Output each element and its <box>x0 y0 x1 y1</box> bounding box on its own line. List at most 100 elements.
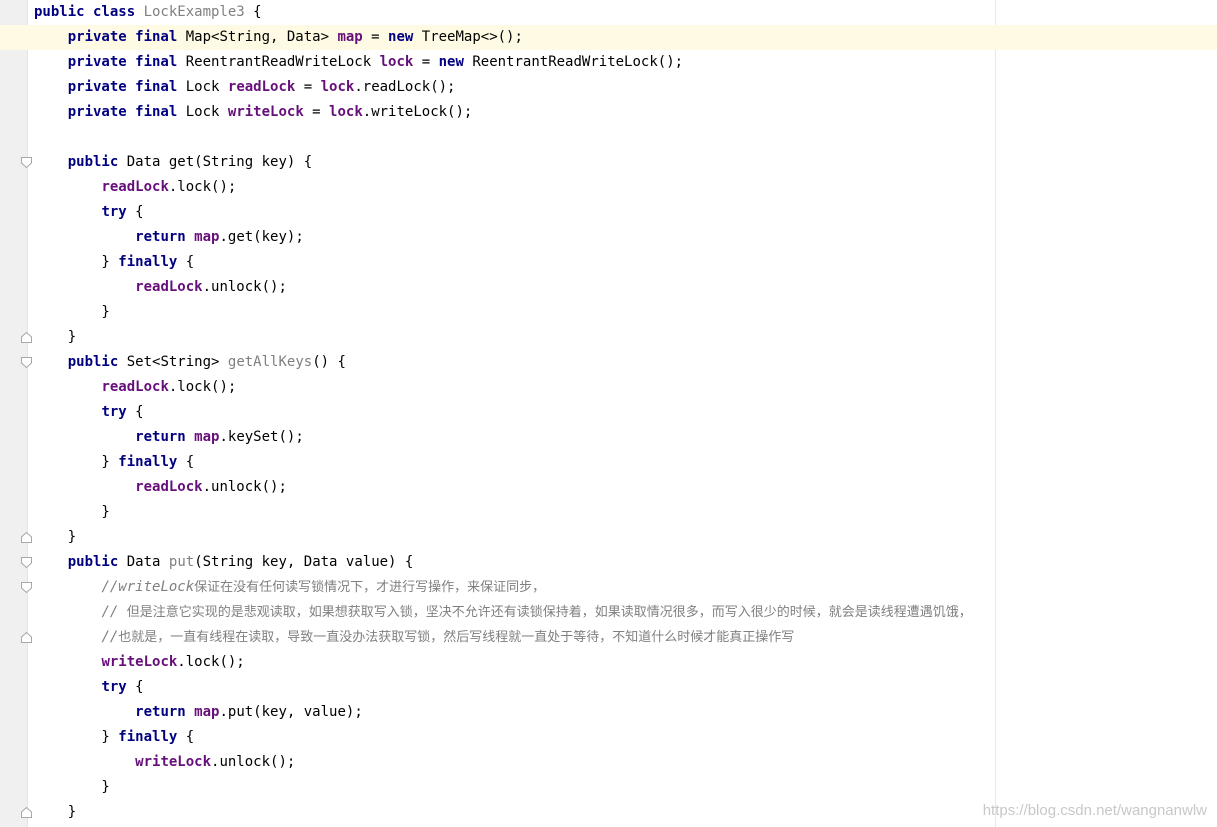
code-token: public class <box>34 4 144 20</box>
fold-open-icon[interactable] <box>21 157 32 168</box>
code-line[interactable]: } <box>34 500 1217 525</box>
code-token: } <box>34 254 119 270</box>
fold-close-icon[interactable] <box>21 532 32 543</box>
code-line[interactable] <box>34 125 1217 150</box>
code-token: .put(key, value); <box>219 704 363 720</box>
code-token: .lock(); <box>168 179 237 195</box>
code-line[interactable]: return map.keySet(); <box>34 425 1217 450</box>
code-line[interactable]: private final Map<String, Data> map = ne… <box>0 25 1217 50</box>
code-line[interactable]: writeLock.unlock(); <box>34 750 1217 775</box>
code-token: // <box>101 604 127 620</box>
code-token: } <box>34 329 77 345</box>
code-line[interactable]: private final Lock writeLock = lock.writ… <box>34 100 1217 125</box>
code-token: return <box>135 429 195 445</box>
code-token: .unlock(); <box>211 754 296 770</box>
code-token: { <box>185 254 195 270</box>
fold-open-icon[interactable] <box>21 582 32 593</box>
code-line[interactable]: public Data get(String key) { <box>34 150 1217 175</box>
code-token: = <box>362 29 389 45</box>
code-line[interactable]: private final ReentrantReadWriteLock loc… <box>34 50 1217 75</box>
code-line[interactable]: readLock.unlock(); <box>34 475 1217 500</box>
code-token: TreeMap<>(); <box>421 29 523 45</box>
code-token: = <box>413 54 439 70</box>
code-token: 也就是，一直有线程在读取，导致一直没办法获取写锁，然后写线程就一直处于等待，不知… <box>118 630 795 645</box>
code-line[interactable]: } <box>34 525 1217 550</box>
code-token: } <box>34 529 77 545</box>
code-token: Lock <box>185 79 228 95</box>
fold-open-icon[interactable] <box>21 357 32 368</box>
code-token: readLock <box>135 279 203 295</box>
code-line[interactable]: } finally { <box>34 450 1217 475</box>
code-line[interactable]: // 但是注意它实现的是悲观读取，如果想获取写入锁，坚决不允许还有读锁保持着，如… <box>34 600 1217 625</box>
fold-open-icon[interactable] <box>21 557 32 568</box>
code-token: .unlock(); <box>202 479 287 495</box>
code-token: readLock <box>135 479 203 495</box>
code-token: { <box>185 454 195 470</box>
code-token: { <box>135 679 144 695</box>
code-line[interactable]: //也就是，一直有线程在读取，导致一直没办法获取写锁，然后写线程就一直处于等待，… <box>34 625 1217 650</box>
code-token: } <box>34 729 119 745</box>
code-line[interactable]: readLock.unlock(); <box>34 275 1217 300</box>
code-token: // <box>101 629 119 645</box>
code-line[interactable]: readLock.lock(); <box>34 175 1217 200</box>
code-token: try <box>101 404 136 420</box>
code-line[interactable]: return map.get(key); <box>34 225 1217 250</box>
code-token: public <box>67 154 127 170</box>
code-token: Data <box>126 554 169 570</box>
code-token: readLock <box>227 79 296 95</box>
editor-gutter <box>0 0 28 827</box>
code-line[interactable]: } finally { <box>34 250 1217 275</box>
code-token: public <box>67 554 127 570</box>
code-line[interactable]: try { <box>34 675 1217 700</box>
code-token: Data get(String key) { <box>126 154 313 170</box>
code-line[interactable]: readLock.lock(); <box>34 375 1217 400</box>
code-line[interactable]: private final Lock readLock = lock.readL… <box>34 75 1217 100</box>
code-token: finally <box>118 729 186 745</box>
code-token: Set<String> <box>126 354 228 370</box>
code-token: .lock(); <box>177 654 245 670</box>
code-token: } <box>34 804 77 820</box>
code-line[interactable]: //writeLock保证在没有任何读写锁情况下，才进行写操作，来保证同步， <box>34 575 1217 600</box>
code-token: 保证在没有任何读写锁情况下，才进行写操作，来保证同步， <box>194 580 546 595</box>
code-token: .writeLock(); <box>362 104 473 120</box>
code-line[interactable]: } finally { <box>34 725 1217 750</box>
code-token: private final <box>67 54 186 70</box>
code-line[interactable]: public Data put(String key, Data value) … <box>34 550 1217 575</box>
code-line[interactable]: } <box>34 325 1217 350</box>
code-line[interactable]: public class LockExample3 { <box>34 0 1217 25</box>
code-line[interactable]: return map.put(key, value); <box>34 700 1217 725</box>
code-token: } <box>34 779 110 795</box>
fold-close-icon[interactable] <box>21 807 32 818</box>
code-line[interactable]: } <box>34 775 1217 800</box>
code-token: try <box>101 204 136 220</box>
code-line[interactable]: public Set<String> getAllKeys() { <box>34 350 1217 375</box>
fold-close-icon[interactable] <box>21 332 32 343</box>
code-token: .lock(); <box>168 379 237 395</box>
code-token: { <box>185 729 195 745</box>
code-line[interactable]: try { <box>34 200 1217 225</box>
code-token: finally <box>118 454 186 470</box>
code-token: LockExample3 <box>143 4 245 20</box>
code-token: private final <box>67 104 186 120</box>
fold-close-icon[interactable] <box>21 632 32 643</box>
code-token: return <box>135 229 195 245</box>
code-token: public <box>67 354 127 370</box>
code-token: } <box>34 304 110 320</box>
code-editor[interactable]: public class LockExample3 { private fina… <box>0 0 1217 825</box>
code-line[interactable]: } <box>34 300 1217 325</box>
code-line[interactable]: writeLock.lock(); <box>34 650 1217 675</box>
code-line[interactable]: try { <box>34 400 1217 425</box>
